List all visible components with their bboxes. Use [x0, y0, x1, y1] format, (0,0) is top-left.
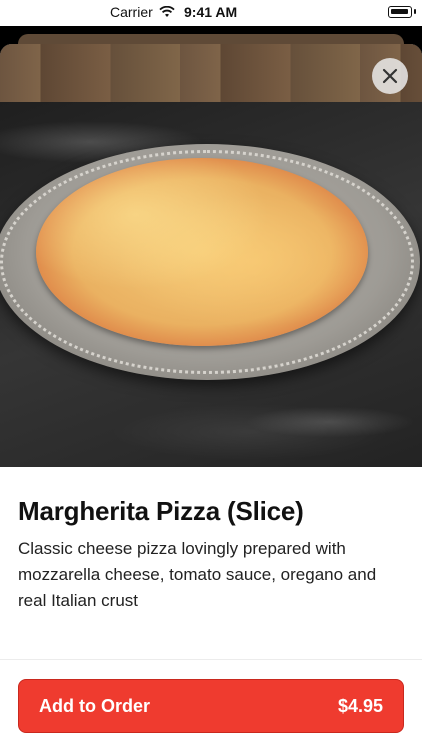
item-detail-sheet: Margherita Pizza (Slice) Classic cheese …	[0, 44, 422, 750]
status-time: 9:41 AM	[184, 4, 238, 20]
price-label: $4.95	[337, 695, 383, 716]
status-bar: Carrier 9:41 AM	[0, 0, 422, 26]
battery-icon	[388, 6, 412, 18]
wifi-icon	[159, 6, 175, 17]
pizza	[36, 158, 368, 346]
add-to-order-button[interactable]: Add to Order $4.95	[18, 679, 404, 733]
battery-tip	[414, 9, 416, 14]
close-button[interactable]	[372, 58, 408, 94]
item-photo	[0, 44, 422, 467]
add-to-order-label: Add to Order	[39, 695, 150, 716]
bottom-action-bar: Add to Order $4.95	[0, 659, 422, 750]
status-carrier-group: Carrier	[110, 4, 175, 20]
photo-background-wood	[0, 44, 422, 102]
item-description: Classic cheese pizza lovingly prepared w…	[18, 539, 377, 610]
close-icon	[382, 68, 398, 84]
carrier-label: Carrier	[110, 4, 153, 20]
item-title: Margherita Pizza (Slice)	[18, 496, 304, 526]
